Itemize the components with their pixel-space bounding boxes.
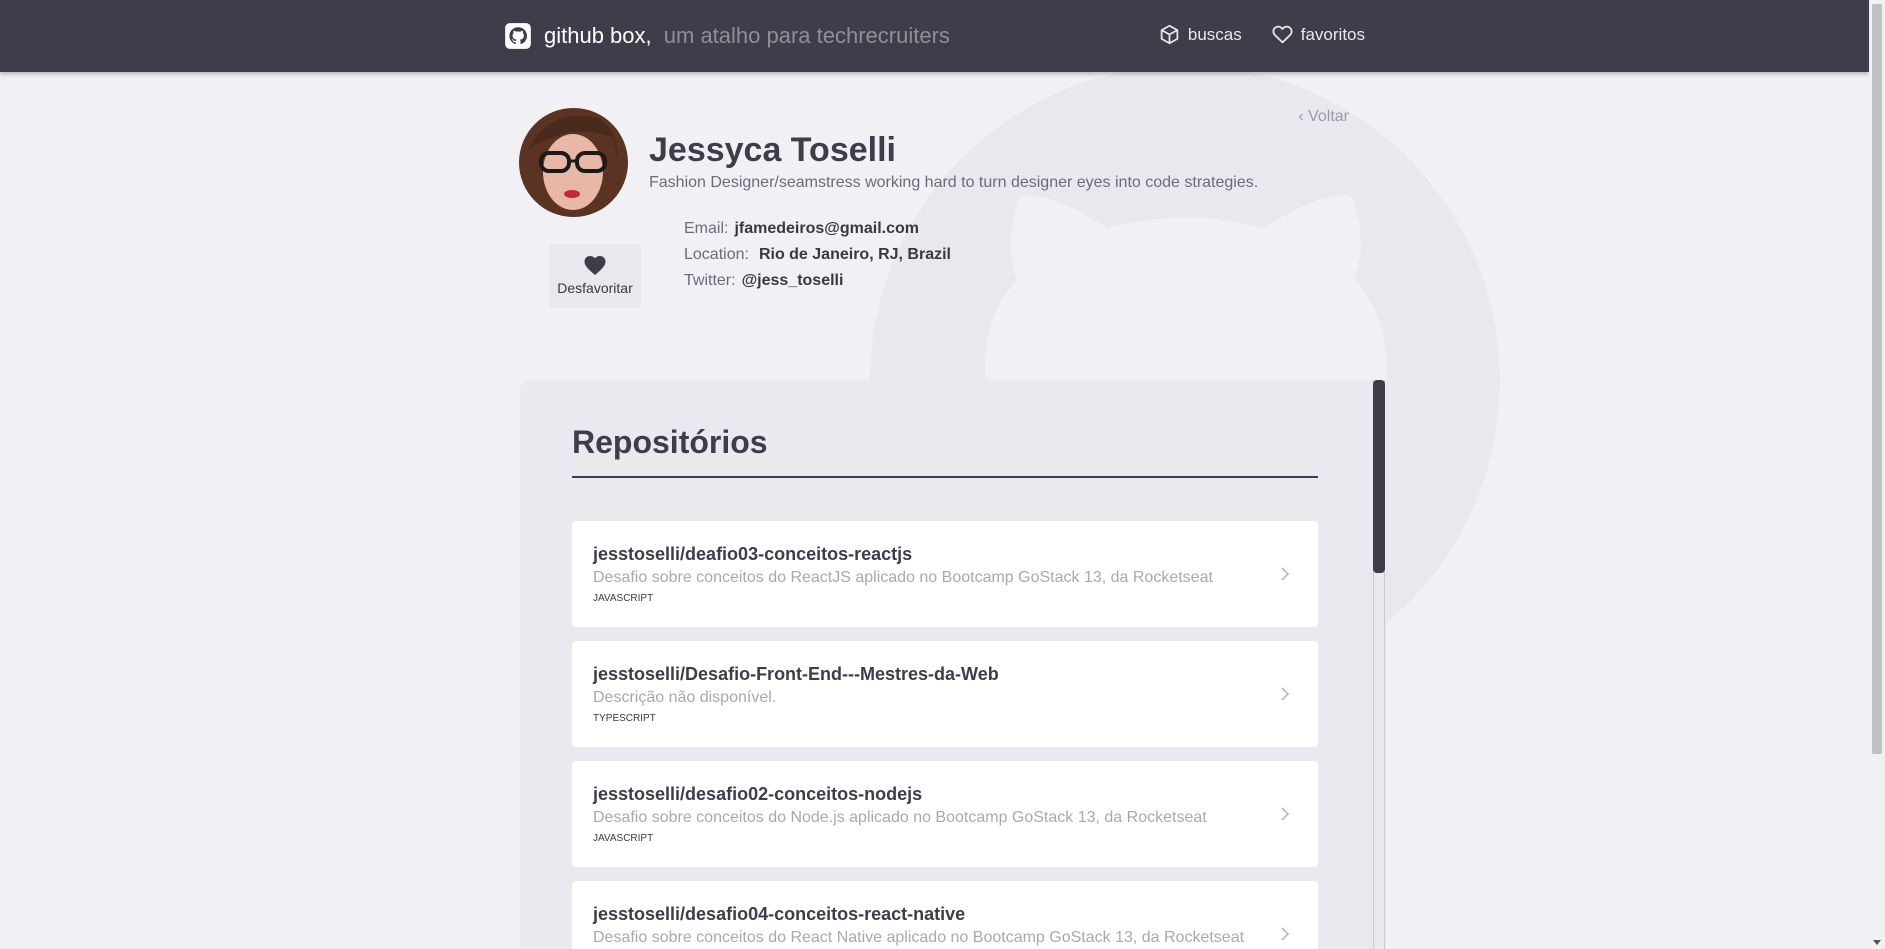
user-info: Email: jfamedeiros@gmail.com Location: Rio… — [684, 216, 951, 294]
repos-scrollbar-thumb[interactable] — [1373, 380, 1385, 573]
brand[interactable]: github box, um atalho para techrecruiter… — [504, 20, 950, 52]
location-label: Location: — [684, 246, 749, 263]
github-logo-icon — [505, 23, 531, 49]
email-label: Email: — [684, 220, 729, 237]
brand-tagline: um atalho para techrecruiters — [663, 23, 950, 48]
avatar-photo — [529, 116, 618, 210]
back-link[interactable]: ‹ Voltar — [1298, 108, 1349, 126]
top-navbar: github box, um atalho para techrecruiter… — [0, 0, 1869, 72]
repo-description: Desafio sobre conceitos do React Native … — [593, 929, 1245, 946]
twitter-value: @jess_toselli — [741, 272, 844, 289]
repo-description: Desafio sobre conceitos do Node.js aplic… — [593, 809, 1207, 826]
location-value: Rio de Janeiro, RJ, Brazil — [758, 246, 951, 263]
heart-filled-icon — [584, 256, 606, 275]
repositories-title: Repositórios — [572, 424, 1318, 478]
nav-favoritos-label: favoritos — [1300, 24, 1365, 44]
repositories-panel: Repositórios jesstoselli/deafio03-concei… — [520, 380, 1386, 949]
chevron-right-icon — [1281, 687, 1290, 701]
twitter-label: Twitter: — [684, 272, 736, 289]
main-nav: buscas favoritos — [1159, 24, 1365, 45]
location-row: Location: Rio de Janeiro, RJ, Brazil — [684, 242, 951, 268]
scroll-down-arrow-icon[interactable] — [1873, 940, 1881, 945]
box-icon — [1160, 24, 1179, 45]
avatar — [519, 108, 628, 217]
nav-buscas[interactable]: buscas — [1159, 24, 1242, 45]
heart-outline-icon — [1272, 25, 1293, 44]
repo-name: jesstoselli/desafio02-conceitos-nodejs — [593, 784, 923, 804]
repo-name: jesstoselli/desafio04-conceitos-react-na… — [593, 904, 966, 924]
page-scrollbar-thumb[interactable] — [1872, 4, 1882, 754]
user-name: Jessyca Toselli — [649, 131, 896, 169]
profile-section: Desfavoritar Jessyca Toselli Fashion Des… — [519, 108, 1349, 318]
repo-language: JAVASCRIPT — [593, 593, 654, 604]
unfavorite-label: Desfavoritar — [557, 280, 633, 296]
email-row: Email: jfamedeiros@gmail.com — [684, 216, 951, 242]
nav-favoritos[interactable]: favoritos — [1272, 24, 1365, 45]
repo-name: jesstoselli/deafio03-conceitos-reactjs — [593, 544, 913, 564]
repo-card[interactable]: jesstoselli/Desafio-Front-End---Mestres-… — [572, 641, 1318, 747]
email-value: jfamedeiros@gmail.com — [734, 220, 919, 237]
repo-description: Desafio sobre conceitos do ReactJS aplic… — [593, 569, 1213, 586]
repo-card[interactable]: jesstoselli/desafio02-conceitos-nodejs D… — [572, 761, 1318, 867]
chevron-right-icon — [1281, 927, 1290, 941]
chevron-right-icon — [1281, 807, 1290, 821]
repo-language: JAVASCRIPT — [593, 833, 654, 844]
chevron-right-icon — [1281, 567, 1290, 581]
nav-buscas-label: buscas — [1187, 24, 1242, 44]
user-bio: Fashion Designer/seamstress working hard… — [649, 174, 1259, 191]
repo-card[interactable]: jesstoselli/deafio03-conceitos-reactjs D… — [572, 521, 1318, 627]
repo-description: Descrição não disponível. — [593, 689, 777, 706]
repo-language: TYPESCRIPT — [593, 713, 656, 724]
repo-card[interactable]: jesstoselli/desafio04-conceitos-react-na… — [572, 881, 1318, 949]
twitter-row: Twitter: @jess_toselli — [684, 268, 951, 294]
repo-name: jesstoselli/Desafio-Front-End---Mestres-… — [593, 664, 999, 684]
unfavorite-button[interactable]: Desfavoritar — [549, 244, 641, 308]
page-scrollbar[interactable] — [1869, 0, 1885, 949]
brand-name: github box, — [544, 23, 652, 48]
